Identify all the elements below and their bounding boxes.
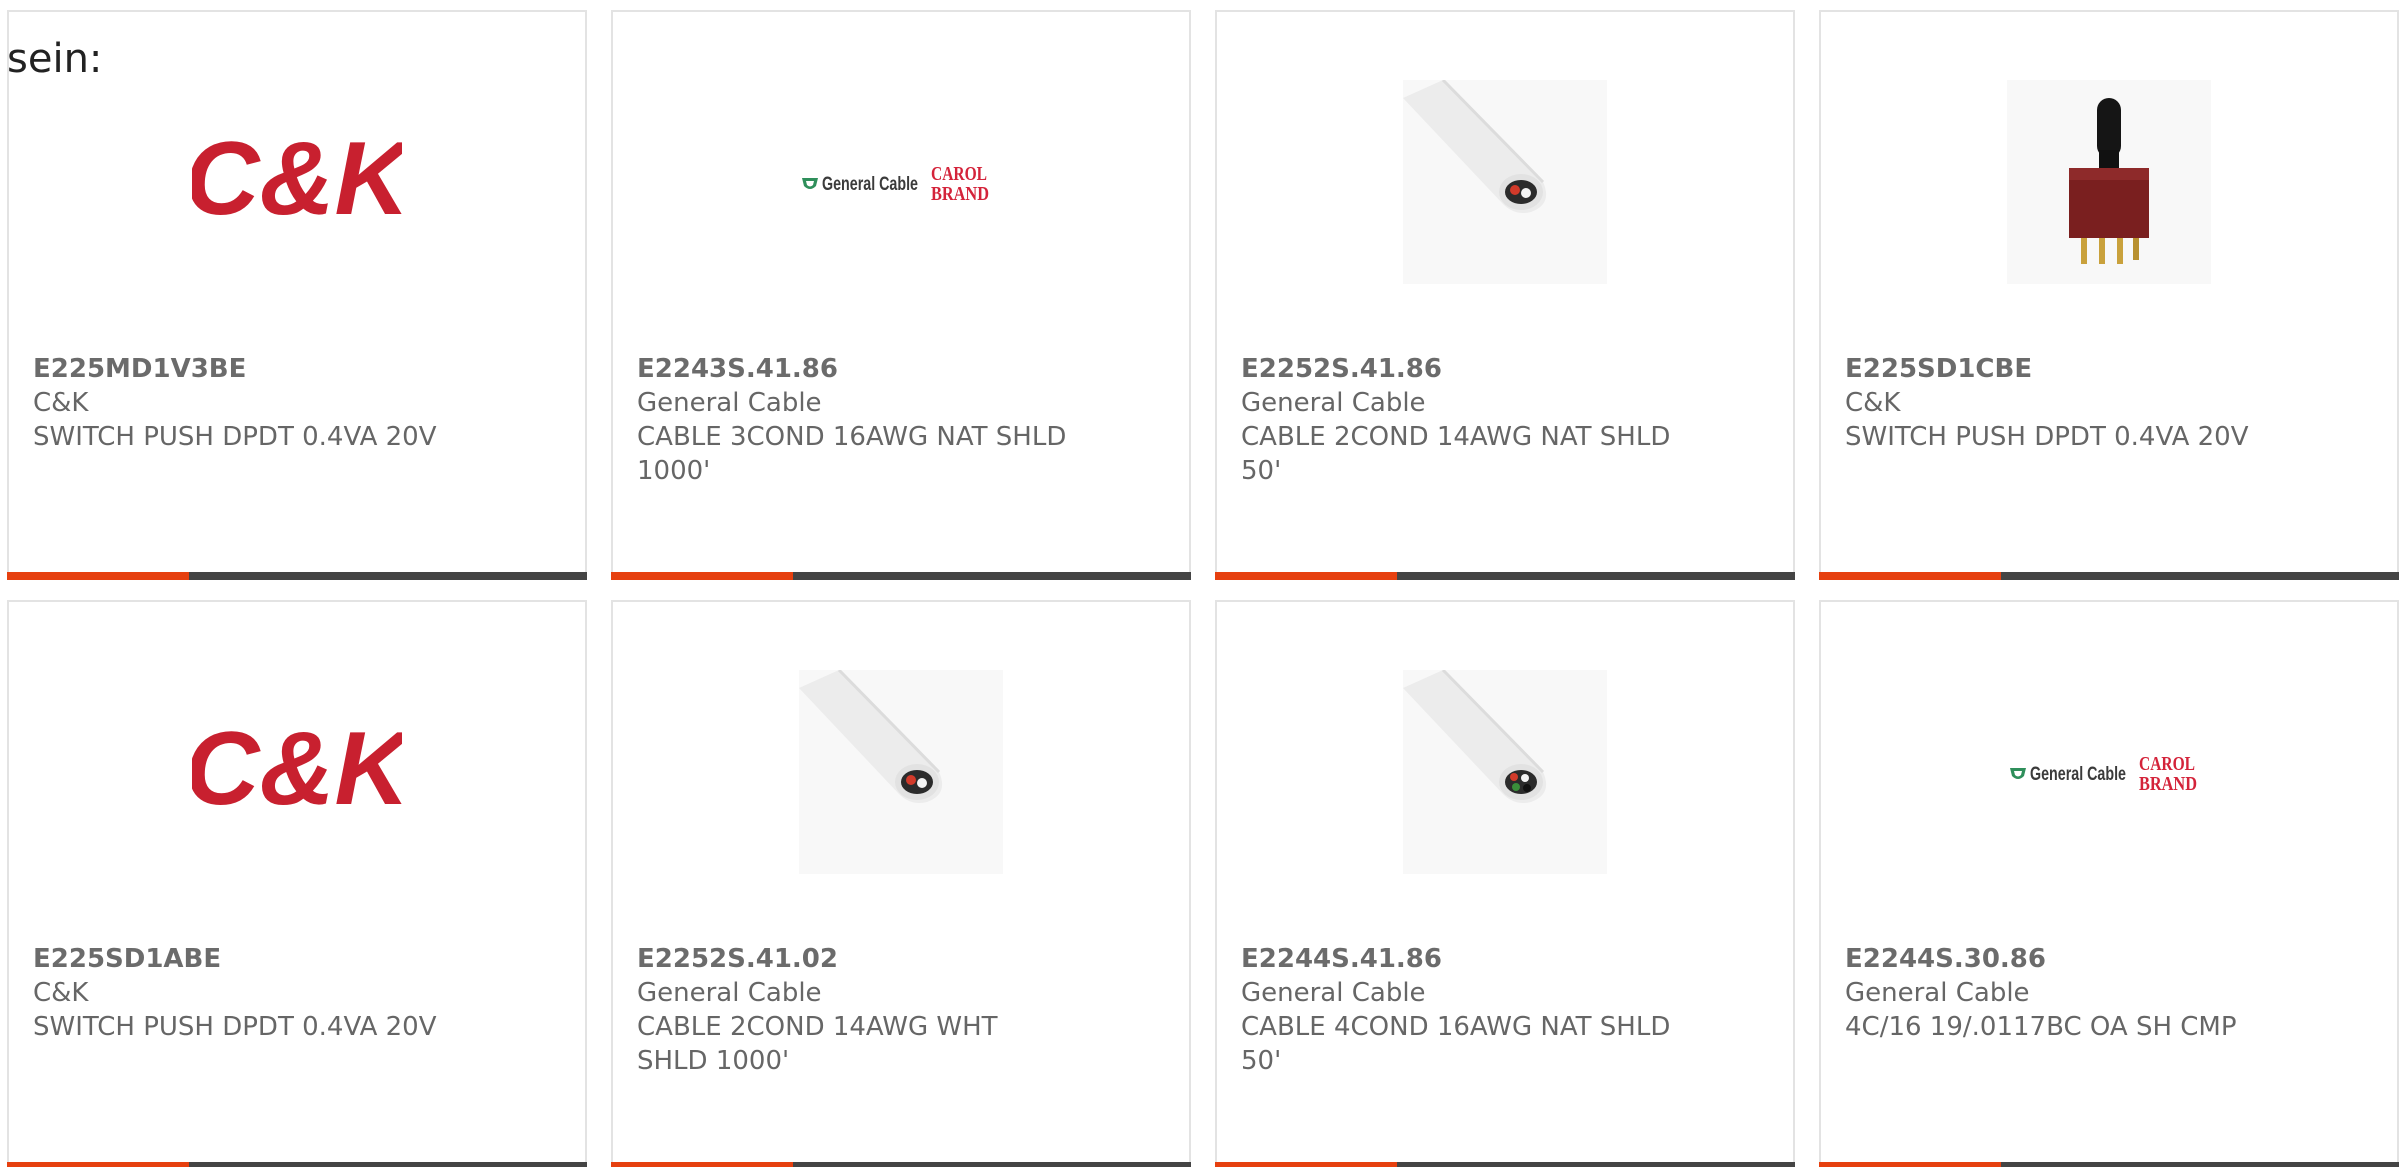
product-card[interactable]: General Cable CAROL BRAND E2244S.30.86 G… [1819,600,2399,1167]
card-bar-accent [611,1162,793,1167]
description: SWITCH PUSH DPDT 0.4VA 20V [33,1012,437,1042]
part-number: E225SD1CBE [1845,354,2033,384]
product-image [2004,80,2214,284]
card-bottom-bar [1819,572,2399,580]
card-bottom-bar [7,572,587,580]
svg-text:BRAND: BRAND [2139,773,2197,795]
card-bottom-bar [611,572,1191,580]
part-number: E225SD1ABE [33,944,222,974]
product-info: E2244S.41.86 General Cable CABLE 4COND 1… [1241,942,1769,1078]
product-info: E225MD1V3BE C&K SWITCH PUSH DPDT 0.4VA 2… [33,352,561,454]
white-cable-photo [1403,80,1607,284]
product-image: General Cable CAROL BRAND [2004,670,2214,874]
card-bar-accent [1819,1162,2001,1167]
product-image [1400,670,1610,874]
product-info: E225SD1CBE C&K SWITCH PUSH DPDT 0.4VA 20… [1845,352,2373,454]
svg-text:General Cable: General Cable [2030,764,2126,785]
product-card[interactable]: E225SD1CBE C&K SWITCH PUSH DPDT 0.4VA 20… [1819,10,2399,580]
manufacturer: General Cable [637,388,822,418]
manufacturer: General Cable [1241,388,1426,418]
part-number: E2243S.41.86 [637,354,838,384]
svg-text:C&K: C&K [192,122,402,237]
card-bottom-bar [1215,1162,1795,1167]
part-number: E2252S.41.86 [1241,354,1442,384]
svg-text:CAROL: CAROL [2139,753,2195,775]
card-bar-accent [1215,1162,1397,1167]
product-info: E2243S.41.86 General Cable CABLE 3COND 1… [637,352,1165,488]
product-card[interactable]: E2244S.41.86 General Cable CABLE 4COND 1… [1215,600,1795,1167]
card-bar-accent [1215,572,1397,580]
part-number: E2252S.41.02 [637,944,838,974]
ck-logo: C&K [192,122,402,237]
product-card[interactable]: E2252S.41.02 General Cable CABLE 2COND 1… [611,600,1191,1167]
product-card[interactable]: C&K E225SD1ABE C&K SWITCH PUSH DPDT 0.4V… [7,600,587,1167]
product-card[interactable]: General Cable CAROL BRAND E2243S.41.86 G… [611,10,1191,580]
intro-text: sein: [7,36,103,82]
card-bottom-bar [611,1162,1191,1167]
manufacturer: C&K [33,388,89,418]
page: sein: C&K E225MD1V3BE C&K SWITCH PUSH DP… [0,0,2400,1167]
white-cable-photo [1403,670,1607,874]
product-info: E2252S.41.02 General Cable CABLE 2COND 1… [637,942,1165,1078]
product-image: C&K [192,670,402,874]
svg-text:C&K: C&K [192,712,402,827]
svg-text:General Cable: General Cable [822,174,918,195]
product-info: E2252S.41.86 General Cable CABLE 2COND 1… [1241,352,1769,488]
manufacturer: C&K [33,978,89,1008]
push-switch-photo [2007,80,2211,284]
description: SWITCH PUSH DPDT 0.4VA 20V [33,422,437,452]
general-cable-logo: General Cable CAROL BRAND [802,163,989,205]
ck-logo: C&K [192,712,402,827]
description: CABLE 3COND 16AWG NAT SHLD 1000' [637,422,1067,486]
card-bar-accent [611,572,793,580]
product-card[interactable]: E2252S.41.86 General Cable CABLE 2COND 1… [1215,10,1795,580]
product-image: C&K [192,80,402,284]
part-number: E2244S.41.86 [1241,944,1442,974]
product-image [1400,80,1610,284]
description: SWITCH PUSH DPDT 0.4VA 20V [1845,422,2249,452]
card-bar-accent [7,1162,189,1167]
product-image: General Cable CAROL BRAND [796,80,1006,284]
general-cable-logo: General Cable CAROL BRAND [2010,753,2197,795]
product-info: E225SD1ABE C&K SWITCH PUSH DPDT 0.4VA 20… [33,942,561,1044]
description: 4C/16 19/.0117BC OA SH CMP [1845,1012,2237,1042]
card-bottom-bar [7,1162,587,1167]
card-bar-accent [1819,572,2001,580]
card-bar-accent [7,572,189,580]
svg-text:BRAND: BRAND [931,183,989,205]
manufacturer: General Cable [1845,978,2030,1008]
card-bottom-bar [1819,1162,2399,1167]
product-info: E2244S.30.86 General Cable 4C/16 19/.011… [1845,942,2373,1044]
manufacturer: C&K [1845,388,1901,418]
card-bottom-bar [1215,572,1795,580]
product-grid: C&K E225MD1V3BE C&K SWITCH PUSH DPDT 0.4… [7,10,2399,1167]
manufacturer: General Cable [637,978,822,1008]
manufacturer: General Cable [1241,978,1426,1008]
part-number: E2244S.30.86 [1845,944,2046,974]
svg-text:CAROL: CAROL [931,163,987,185]
part-number: E225MD1V3BE [33,354,247,384]
product-card[interactable]: C&K E225MD1V3BE C&K SWITCH PUSH DPDT 0.4… [7,10,587,580]
white-cable-photo [799,670,1003,874]
description: CABLE 2COND 14AWG NAT SHLD 50' [1241,422,1671,486]
product-image [796,670,1006,874]
description: CABLE 4COND 16AWG NAT SHLD 50' [1241,1012,1671,1076]
description: CABLE 2COND 14AWG WHT SHLD 1000' [637,1012,998,1076]
